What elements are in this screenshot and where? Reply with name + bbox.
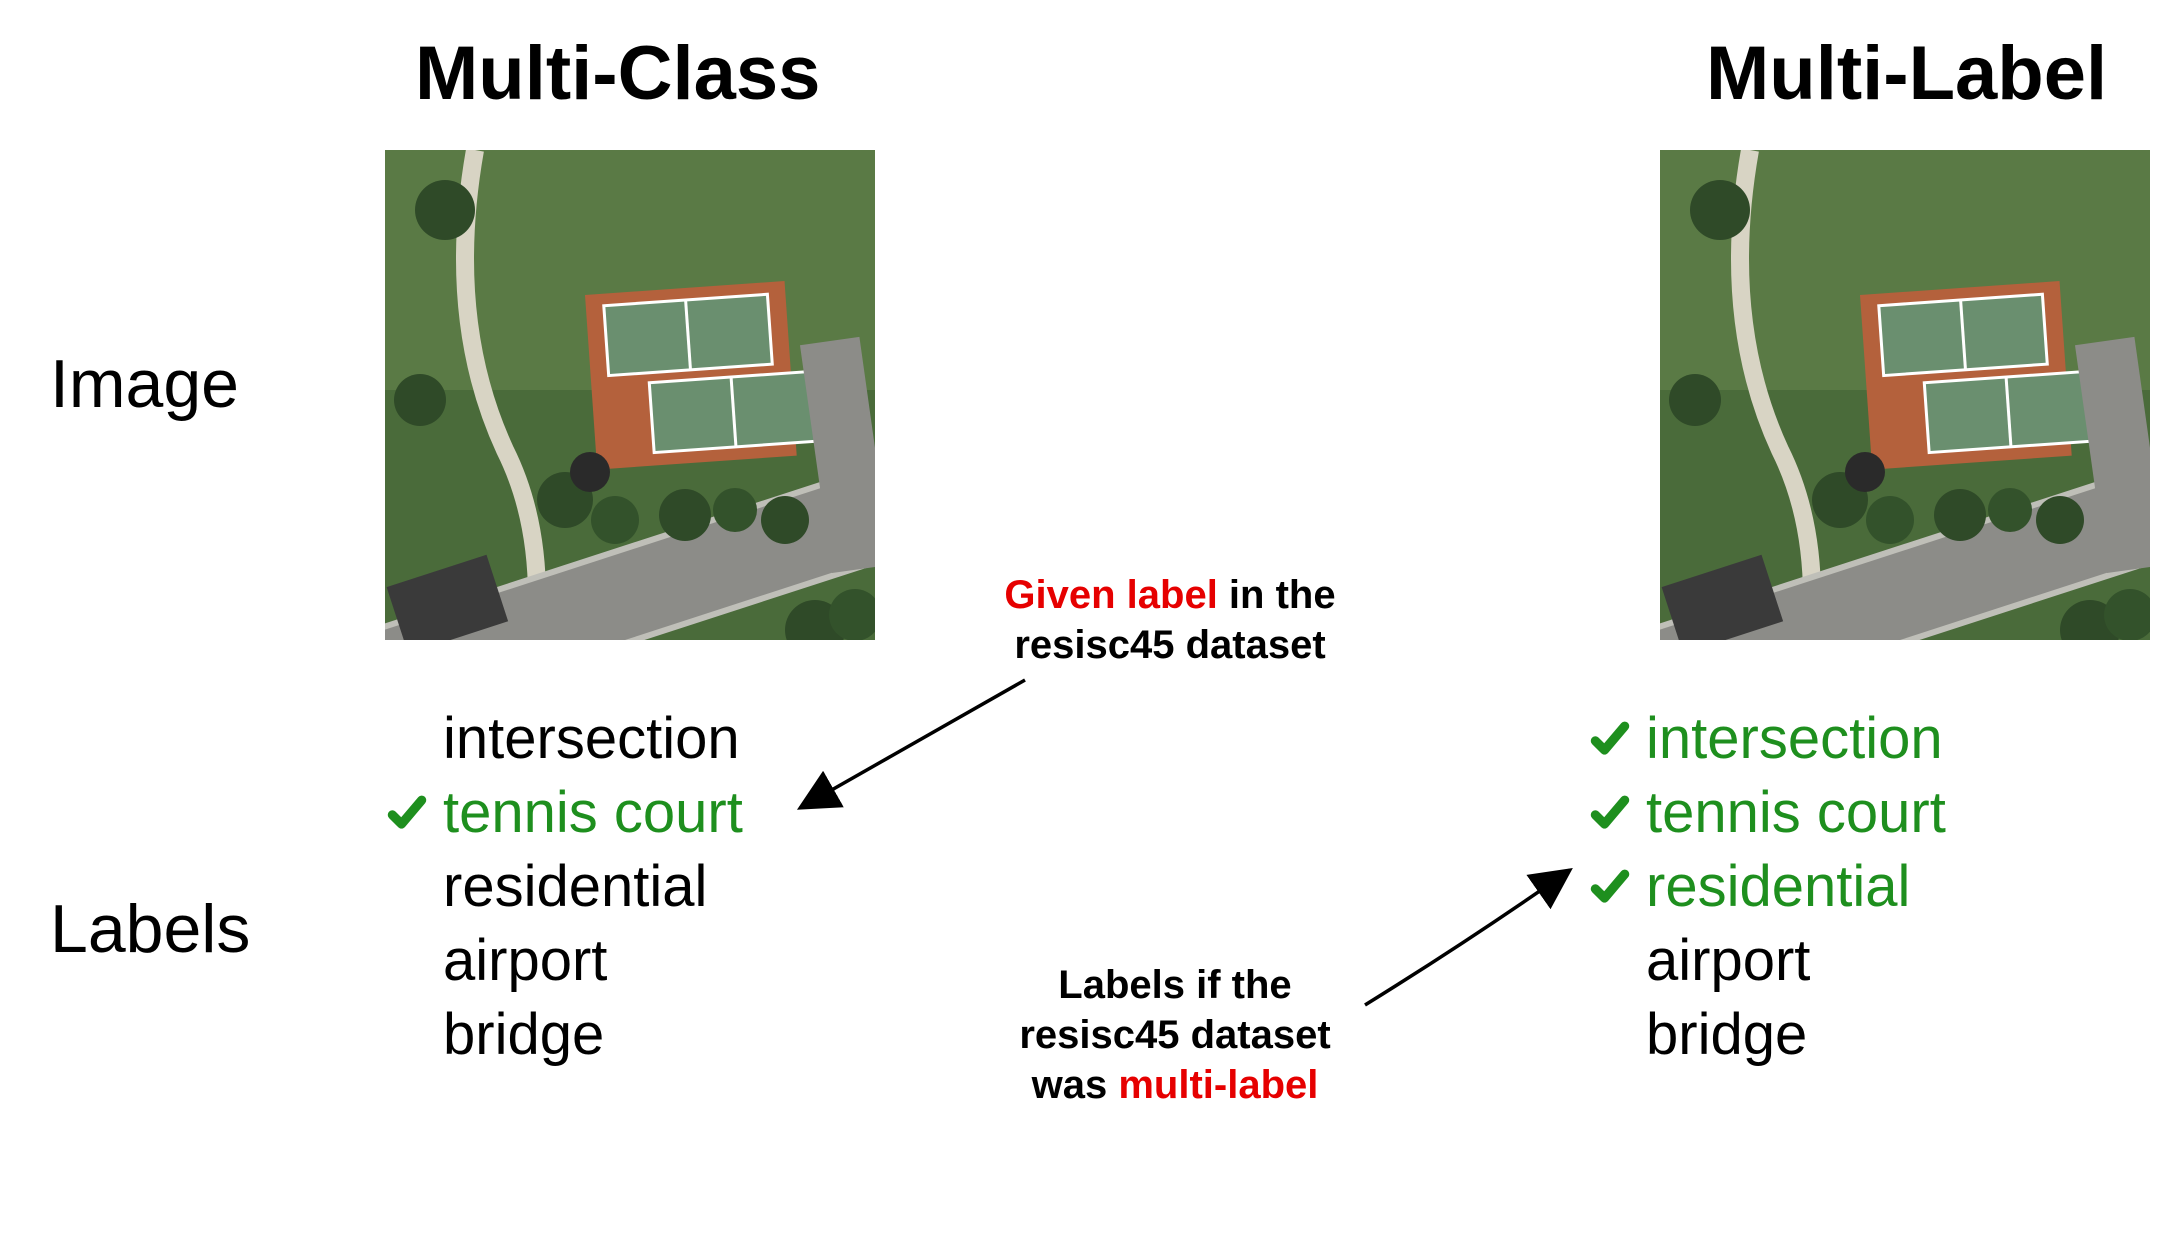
diagram-stage: Multi-Class Multi-Label Image Labels	[0, 0, 2174, 1242]
arrow-multi-label	[0, 0, 2174, 1242]
